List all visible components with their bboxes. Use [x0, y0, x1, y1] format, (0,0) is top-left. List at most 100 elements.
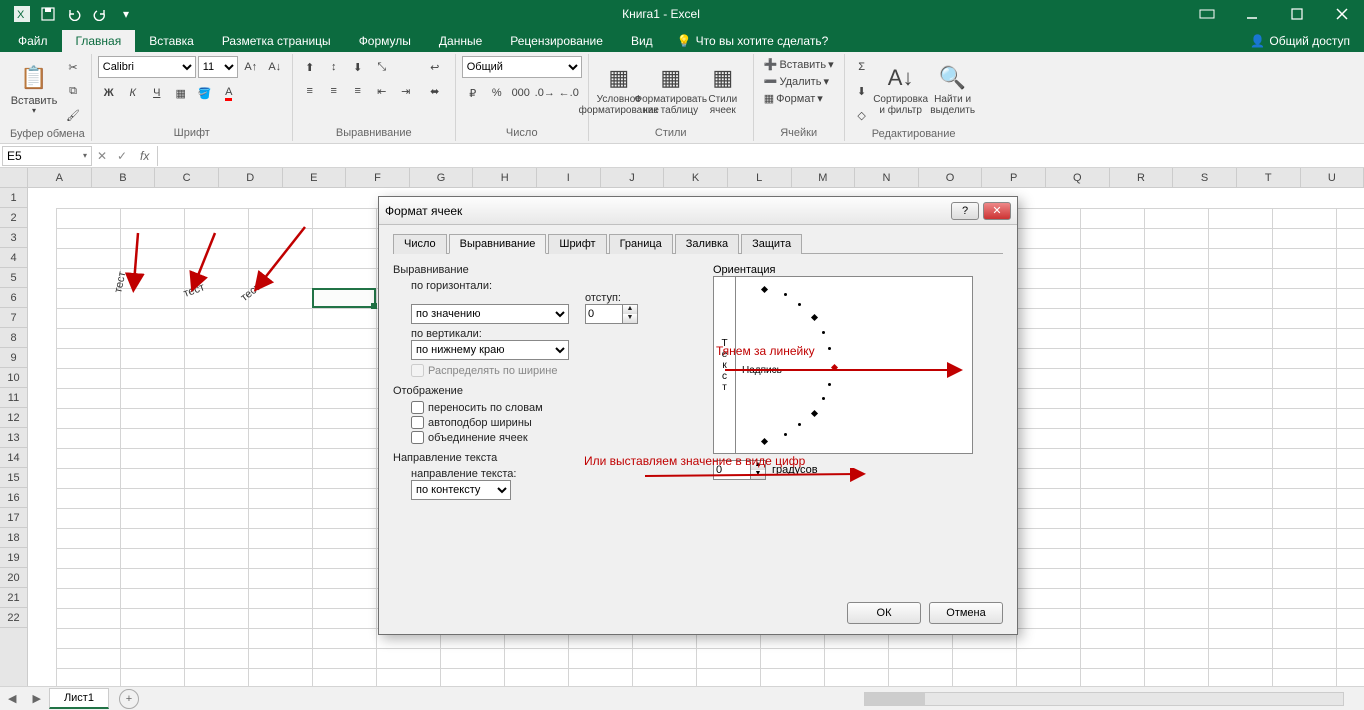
enter-formula-icon[interactable]: ✓ — [112, 149, 132, 163]
decrease-decimal-icon[interactable]: ←.0 — [558, 82, 580, 104]
row-header[interactable]: 12 — [0, 408, 27, 428]
font-size-select[interactable]: 11 — [198, 56, 238, 78]
maximize-icon[interactable] — [1274, 0, 1319, 28]
row-header[interactable]: 14 — [0, 448, 27, 468]
column-header[interactable]: G — [410, 168, 474, 188]
dtab-fill[interactable]: Заливка — [675, 234, 739, 254]
align-center-icon[interactable]: ≡ — [323, 80, 345, 102]
row-header[interactable]: 7 — [0, 308, 27, 328]
copy-icon[interactable]: ⧉ — [62, 80, 84, 102]
dtab-border[interactable]: Граница — [609, 234, 673, 254]
column-header[interactable]: S — [1173, 168, 1237, 188]
row-header[interactable]: 15 — [0, 468, 27, 488]
close-icon[interactable] — [1319, 0, 1364, 28]
select-all-corner[interactable] — [0, 168, 27, 188]
redo-icon[interactable] — [88, 2, 112, 26]
tab-data[interactable]: Данные — [425, 30, 496, 52]
align-bottom-icon[interactable]: ⬇ — [347, 56, 369, 78]
name-box[interactable]: E5▾ — [2, 146, 92, 166]
fill-icon[interactable]: ⬇ — [851, 80, 873, 102]
dtab-font[interactable]: Шрифт — [548, 234, 606, 254]
column-header[interactable]: Q — [1046, 168, 1110, 188]
column-header[interactable]: M — [792, 168, 856, 188]
format-as-table-button[interactable]: ▦Форматировать как таблицу — [647, 56, 695, 122]
column-header[interactable]: E — [283, 168, 347, 188]
column-header[interactable]: J — [601, 168, 665, 188]
sheet-tab-1[interactable]: Лист1 — [49, 688, 109, 709]
column-header[interactable]: D — [219, 168, 283, 188]
align-middle-icon[interactable]: ↕ — [323, 56, 345, 78]
add-sheet-button[interactable]: + — [119, 689, 139, 709]
row-header[interactable]: 21 — [0, 588, 27, 608]
column-header[interactable]: I — [537, 168, 601, 188]
row-header[interactable]: 3 — [0, 228, 27, 248]
column-header[interactable]: R — [1110, 168, 1174, 188]
wrap-text-checkbox[interactable] — [411, 401, 424, 414]
dialog-close-button[interactable]: ✕ — [983, 202, 1011, 220]
decrease-indent-icon[interactable]: ⇤ — [371, 80, 393, 102]
horizontal-scrollbar[interactable] — [139, 692, 1364, 706]
row-header[interactable]: 2 — [0, 208, 27, 228]
tell-me[interactable]: 💡 Что вы хотите сделать? — [667, 30, 839, 52]
dtab-alignment[interactable]: Выравнивание — [449, 234, 547, 254]
row-header[interactable]: 5 — [0, 268, 27, 288]
indent-spinner[interactable]: ▲▼ — [585, 304, 638, 324]
formula-input[interactable] — [157, 146, 1364, 166]
dialog-title-bar[interactable]: Формат ячеек ? ✕ — [379, 197, 1017, 225]
decrease-font-icon[interactable]: A↓ — [264, 56, 286, 78]
align-top-icon[interactable]: ⬆ — [299, 56, 321, 78]
sheet-nav-prev-icon[interactable]: ◀ — [0, 692, 24, 705]
merge-cells-checkbox[interactable] — [411, 431, 424, 444]
column-header[interactable]: C — [155, 168, 219, 188]
merge-icon[interactable]: ⬌ — [421, 80, 449, 102]
column-header[interactable]: T — [1237, 168, 1301, 188]
active-cell[interactable] — [312, 288, 376, 308]
dtab-protection[interactable]: Защита — [741, 234, 802, 254]
column-header[interactable]: L — [728, 168, 792, 188]
insert-cells-button[interactable]: ➕Вставить ▾ — [760, 56, 838, 73]
row-header[interactable]: 19 — [0, 548, 27, 568]
row-header[interactable]: 13 — [0, 428, 27, 448]
row-header[interactable]: 22 — [0, 608, 27, 628]
font-family-select[interactable]: Calibri — [98, 56, 196, 78]
row-header[interactable]: 10 — [0, 368, 27, 388]
row-header[interactable]: 16 — [0, 488, 27, 508]
cancel-formula-icon[interactable]: ✕ — [92, 149, 112, 163]
increase-decimal-icon[interactable]: .0→ — [534, 82, 556, 104]
row-header[interactable]: 9 — [0, 348, 27, 368]
spin-up-icon[interactable]: ▲ — [623, 305, 637, 314]
delete-cells-button[interactable]: ➖Удалить ▾ — [760, 73, 833, 90]
autosum-icon[interactable]: Σ — [851, 56, 873, 78]
orientation-vertical-text[interactable]: Текст — [714, 277, 736, 453]
tab-view[interactable]: Вид — [617, 30, 667, 52]
ok-button[interactable]: ОК — [847, 602, 921, 624]
vertical-align-select[interactable]: по нижнему краю — [411, 340, 569, 360]
spin-down-icon[interactable]: ▼ — [751, 470, 765, 479]
row-header[interactable]: 8 — [0, 328, 27, 348]
paste-button[interactable]: 📋 Вставить ▾ — [10, 56, 58, 122]
percent-icon[interactable]: % — [486, 82, 508, 104]
column-header[interactable]: N — [855, 168, 919, 188]
tab-home[interactable]: Главная — [62, 30, 136, 52]
wrap-text-icon[interactable]: ↩ — [421, 56, 449, 78]
bold-button[interactable]: Ж — [98, 82, 120, 104]
column-header[interactable]: K — [664, 168, 728, 188]
clear-icon[interactable]: ◇ — [851, 104, 873, 126]
font-color-icon[interactable]: A — [218, 82, 240, 104]
row-header[interactable]: 4 — [0, 248, 27, 268]
italic-button[interactable]: К — [122, 82, 144, 104]
minimize-icon[interactable] — [1229, 0, 1274, 28]
horizontal-align-select[interactable]: по значению — [411, 304, 569, 324]
row-header[interactable]: 1 — [0, 188, 27, 208]
cut-icon[interactable]: ✂ — [62, 56, 84, 78]
comma-icon[interactable]: 000 — [510, 82, 532, 104]
cancel-button[interactable]: Отмена — [929, 602, 1003, 624]
fx-icon[interactable]: fx — [132, 149, 157, 163]
degrees-spinner[interactable]: ▲▼ — [713, 460, 766, 480]
row-header[interactable]: 18 — [0, 528, 27, 548]
row-header[interactable]: 6 — [0, 288, 27, 308]
border-icon[interactable]: ▦ — [170, 82, 192, 104]
column-header[interactable]: U — [1301, 168, 1364, 188]
shrink-fit-checkbox[interactable] — [411, 416, 424, 429]
align-left-icon[interactable]: ≡ — [299, 80, 321, 102]
